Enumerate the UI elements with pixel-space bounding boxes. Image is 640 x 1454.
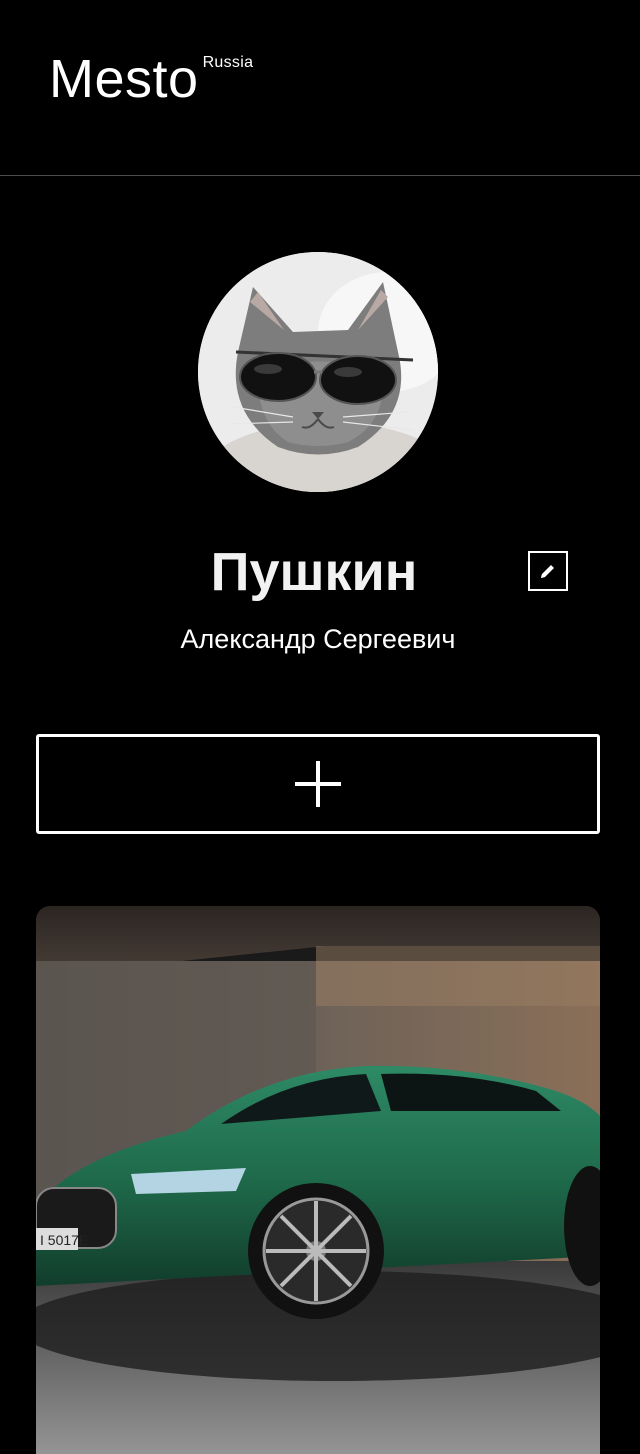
avatar[interactable] [198,252,438,492]
header: Mesto Russia [0,0,640,176]
plus-icon [295,761,341,807]
card[interactable]: I 5017E [36,906,600,1454]
logo-text: Mesto [49,49,199,109]
add-card-button[interactable] [36,734,600,834]
profile-about: Александр Сергеевич [180,624,456,654]
license-plate: I 5017E [40,1232,88,1248]
page: Mesto Russia Пушкин Александр Сергеевич … [0,0,640,1454]
logo[interactable]: Mesto Russia [49,52,253,106]
car-photo-image[interactable]: I 5017E [36,906,600,1454]
cat-avatar-icon [198,252,438,492]
edit-profile-button[interactable] [528,551,568,591]
logo-superscript: Russia [202,54,254,71]
pencil-icon [541,565,554,578]
